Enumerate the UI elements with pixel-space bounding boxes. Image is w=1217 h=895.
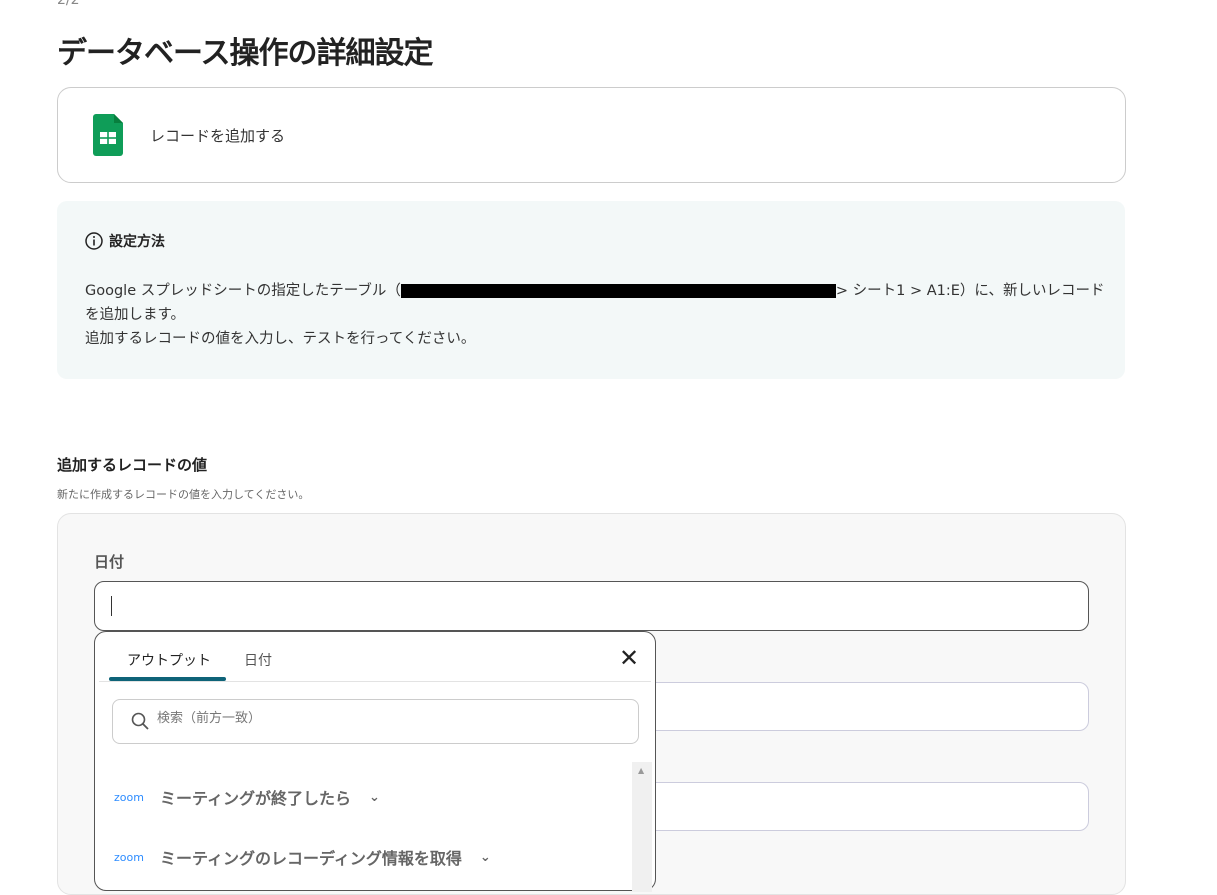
section-label: 追加するレコードの値 — [57, 456, 208, 474]
google-sheets-icon — [93, 114, 123, 156]
list-item-label: ミーティングが終了したら — [160, 789, 352, 808]
scroll-up-icon[interactable]: ▲ — [638, 766, 644, 775]
chevron-down-icon[interactable]: ⌄ — [480, 850, 491, 865]
zoom-logo: zoom — [114, 790, 144, 804]
section-help: 新たに作成するレコードの値を入力してください。 — [57, 488, 310, 501]
step-indicator: 2/2 — [57, 0, 80, 8]
tab-date[interactable]: 日付 — [244, 650, 272, 670]
search-field[interactable] — [112, 699, 639, 744]
info-box: 設定方法 Google スプレッドシートの指定したテーブル（ > シート1 > A… — [57, 201, 1125, 379]
output-dropdown: アウトプット 日付 ✕ zoom ミーティングが終了したら ⌄ zoom ミーテ… — [94, 631, 656, 892]
info-icon — [85, 232, 103, 250]
info-heading: 設定方法 — [85, 231, 165, 251]
page-title: データベース操作の詳細設定 — [57, 36, 433, 71]
list-item[interactable]: zoom ミーティングが終了したら ⌄ — [114, 785, 380, 809]
zoom-logo: zoom — [114, 850, 144, 864]
close-icon[interactable]: ✕ — [619, 646, 639, 670]
list-item[interactable]: zoom ミーティングのレコーディング情報を取得 ⌄ — [114, 845, 491, 869]
redacted-block — [400, 284, 836, 298]
info-line1a: Google スプレッドシートの指定したテーブル（ — [85, 283, 401, 299]
info-heading-text: 設定方法 — [109, 234, 165, 250]
search-input[interactable] — [155, 710, 619, 727]
action-label: レコードを追加する — [150, 127, 286, 145]
tab-divider — [99, 681, 651, 682]
info-line2: 追加するレコードの値を入力し、テストを行ってください。 — [85, 331, 476, 347]
chevron-down-icon[interactable]: ⌄ — [369, 790, 380, 805]
info-text: Google スプレッドシートの指定したテーブル（ > シート1 > A1:E）に… — [85, 279, 1105, 351]
date-field-label: 日付 — [94, 553, 125, 571]
search-icon — [131, 712, 149, 730]
date-input[interactable] — [94, 581, 1089, 631]
action-card[interactable]: レコードを追加する — [57, 87, 1126, 183]
scrollbar[interactable]: ▲ — [632, 762, 652, 892]
text-caret — [111, 596, 112, 616]
tab-output[interactable]: アウトプット — [127, 650, 211, 670]
list-item-label: ミーティングのレコーディング情報を取得 — [160, 849, 462, 868]
